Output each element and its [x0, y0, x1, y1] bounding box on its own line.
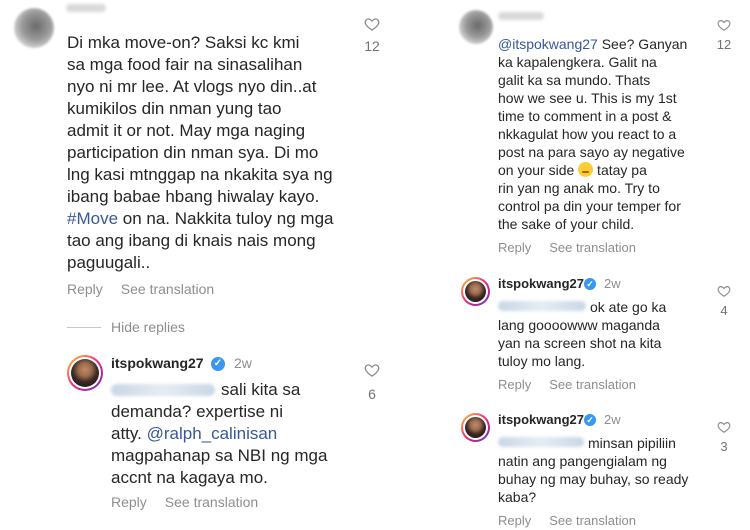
comment-actions: Reply See translation: [498, 240, 636, 255]
like-count: 3: [720, 439, 728, 454]
reply-avatar[interactable]: [461, 413, 490, 442]
comment-text: @itspokwang27 See? Ganyan ka kapalengker…: [498, 36, 688, 232]
reply-username[interactable]: itspokwang27: [498, 276, 584, 291]
commenter-avatar[interactable]: [14, 8, 54, 48]
mention-link[interactable]: @ralph_calinisan: [147, 424, 278, 443]
see-translation-button[interactable]: See translation: [121, 281, 214, 297]
hide-replies-button[interactable]: Hide replies: [111, 319, 185, 335]
comment-actions: Reply See translation: [67, 281, 214, 297]
like-heart-icon[interactable]: [717, 420, 731, 434]
like-count: 12: [716, 37, 732, 52]
divider-line: [67, 327, 101, 328]
hashtag-link[interactable]: #Move: [67, 209, 118, 228]
like-heart-icon[interactable]: [717, 18, 731, 32]
reply-timestamp: 2w: [234, 355, 252, 371]
reply-button[interactable]: Reply: [498, 377, 531, 392]
mention-link[interactable]: @itspokwang27: [498, 36, 598, 52]
reply-avatar[interactable]: [461, 277, 490, 306]
blurred-username: [66, 4, 106, 12]
like-heart-icon[interactable]: [364, 16, 380, 32]
grimace-emoji-icon: [578, 162, 594, 177]
reply-timestamp: 2w: [604, 412, 621, 427]
reply-text: ok ate go ka lang goooowww maganda yan n…: [498, 299, 667, 369]
comment-text: Di mka move-on? Saksi kc kmi sa mga food…: [67, 33, 334, 272]
comments-panel-left: Di mka move-on? Saksi kc kmi sa mga food…: [0, 0, 392, 530]
reply-actions: Reply See translation: [498, 377, 636, 392]
blurred-username: [498, 12, 544, 20]
see-translation-button[interactable]: See translation: [165, 494, 258, 510]
reply-text: minsan pipiliin natin ang pangengialam n…: [498, 435, 689, 505]
reply-avatar[interactable]: [67, 355, 103, 391]
reply-actions: Reply See translation: [498, 513, 636, 528]
see-translation-button[interactable]: See translation: [549, 513, 636, 528]
see-translation-button[interactable]: See translation: [549, 377, 636, 392]
comments-panel-right: @itspokwang27 See? Ganyan ka kapalengker…: [441, 0, 750, 530]
like-count: 6: [368, 386, 376, 402]
verified-badge-icon: ✓: [584, 278, 596, 290]
reply-timestamp: 2w: [604, 276, 621, 291]
like-count: 4: [720, 303, 728, 318]
like-heart-icon[interactable]: [364, 362, 380, 378]
like-count: 12: [364, 38, 380, 54]
reply-username[interactable]: itspokwang27: [498, 412, 584, 427]
verified-badge-icon: ✓: [584, 414, 596, 426]
panel-gap: [392, 0, 441, 530]
reply-button[interactable]: Reply: [67, 281, 103, 297]
reply-button[interactable]: Reply: [498, 240, 531, 255]
see-translation-button[interactable]: See translation: [549, 240, 636, 255]
reply-text: sali kita sa demanda? expertise ni atty.…: [111, 380, 328, 487]
like-heart-icon[interactable]: [717, 284, 731, 298]
commenter-avatar[interactable]: [459, 10, 493, 44]
verified-badge-icon: ✓: [211, 357, 225, 371]
reply-button[interactable]: Reply: [111, 494, 147, 510]
reply-actions: Reply See translation: [111, 494, 258, 510]
reply-username[interactable]: itspokwang27: [111, 355, 204, 371]
reply-button[interactable]: Reply: [498, 513, 531, 528]
